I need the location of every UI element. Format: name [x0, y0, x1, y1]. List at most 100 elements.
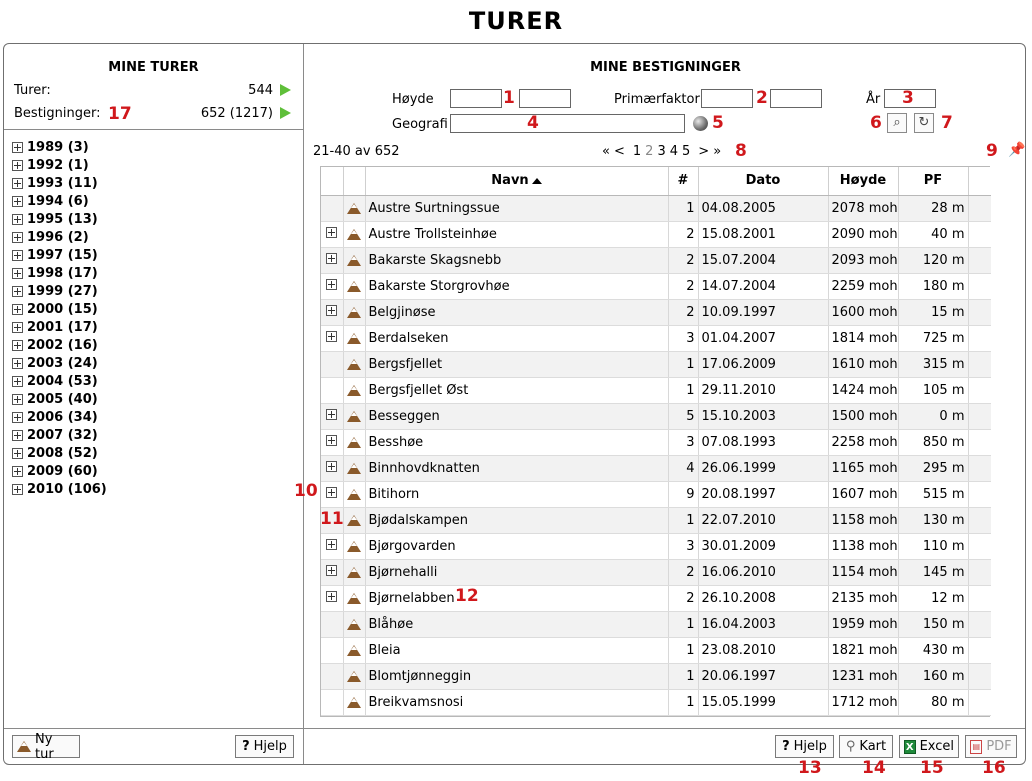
expand-icon[interactable] [12, 411, 23, 423]
expand-cell[interactable] [321, 533, 343, 560]
year-item[interactable]: 2007 (32) [12, 426, 107, 444]
expand-icon[interactable] [12, 177, 23, 189]
globe-icon[interactable] [693, 116, 708, 131]
navn-cell[interactable]: Bergsfjellet Øst [364, 377, 668, 404]
expand-icon[interactable] [326, 252, 338, 264]
expand-icon[interactable] [12, 213, 23, 225]
hoyde-min-input[interactable] [450, 89, 502, 108]
pager-page-4[interactable]: 4 [670, 144, 678, 159]
pf-col-header[interactable]: PF [897, 167, 968, 196]
navn-cell[interactable]: Besshøe [364, 429, 668, 456]
pager-first[interactable]: « [602, 144, 610, 159]
pdf-button[interactable]: ▤ PDF [965, 735, 1017, 758]
year-item[interactable]: 1989 (3) [12, 138, 107, 156]
expand-icon[interactable] [12, 267, 23, 279]
expand-cell[interactable] [321, 429, 343, 456]
expand-cell[interactable] [321, 325, 343, 352]
navn-cell[interactable]: Blomtjønneggin [364, 663, 668, 690]
pager-prev[interactable]: < [614, 144, 625, 159]
expand-icon[interactable] [12, 465, 23, 477]
year-item[interactable]: 1998 (17) [12, 264, 107, 282]
expand-icon[interactable] [12, 321, 23, 333]
hoyde-max-input[interactable] [519, 89, 571, 108]
year-item[interactable]: 2009 (60) [12, 462, 107, 480]
expand-icon[interactable] [12, 141, 23, 153]
navn-cell[interactable]: Bjørgovarden [364, 533, 668, 560]
expand-icon[interactable] [326, 590, 338, 602]
table-row[interactable]: Bjørgovarden 3 30.01.2009 1138 moh 110 m [321, 533, 991, 560]
year-item[interactable]: 1992 (1) [12, 156, 107, 174]
new-tour-button[interactable]: Ny tur [12, 732, 80, 762]
right-help-button[interactable]: ? Hjelp [775, 735, 834, 758]
navn-cell[interactable]: Bjørnehalli [364, 559, 668, 586]
expand-icon[interactable] [12, 393, 23, 405]
table-row[interactable]: Bjørnehalli 2 16.06.2010 1154 moh 145 m [321, 559, 991, 586]
pager-page-1[interactable]: 1 [633, 144, 641, 159]
expand-cell[interactable] [321, 585, 343, 612]
count-col-header[interactable]: # [667, 167, 698, 196]
pager-last[interactable]: » [713, 144, 721, 159]
year-item[interactable]: 1994 (6) [12, 192, 107, 210]
table-row[interactable]: Austre Trollsteinhøe 2 15.08.2001 2090 moh 4… [321, 221, 991, 248]
year-item[interactable]: 2003 (24) [12, 354, 107, 372]
navn-cell[interactable]: Bleia [364, 637, 668, 664]
expand-icon[interactable] [12, 339, 23, 351]
pager-page-3[interactable]: 3 [657, 144, 665, 159]
navn-cell[interactable]: Austre Surtningssue [364, 195, 668, 222]
expand-cell[interactable] [321, 481, 343, 508]
navn-cell[interactable]: Bjødalskampen [364, 507, 668, 534]
expand-cell[interactable] [321, 273, 343, 300]
table-row[interactable]: Bitihorn 9 20.08.1997 1607 moh 515 m [321, 481, 991, 508]
refresh-button[interactable]: ↻ [914, 113, 934, 133]
expand-icon[interactable] [326, 330, 338, 342]
turer-play-icon[interactable] [280, 84, 291, 96]
year-item[interactable]: 2010 (106) [12, 480, 107, 498]
year-item[interactable]: 2002 (16) [12, 336, 107, 354]
dato-col-header[interactable]: Dato [697, 167, 828, 196]
table-row[interactable]: Binnhovdknatten 4 26.06.1999 1165 moh 295 m [321, 455, 991, 482]
pin-icon[interactable]: 📌 [1008, 142, 1025, 158]
bestigninger-play-icon[interactable] [280, 107, 291, 119]
pager-page-5[interactable]: 5 [682, 144, 690, 159]
expand-cell[interactable] [321, 403, 343, 430]
expand-icon[interactable] [12, 483, 23, 495]
expand-icon[interactable] [12, 285, 23, 297]
table-row[interactable]: Blåhøe 1 16.04.2003 1959 moh 150 m [321, 611, 991, 638]
table-row[interactable]: Breikvamsnosi 1 15.05.1999 1712 moh 80 m [321, 689, 991, 716]
primaerfaktor-min-input[interactable] [701, 89, 753, 108]
year-item[interactable]: 2004 (53) [12, 372, 107, 390]
table-row[interactable]: Besseggen 5 15.10.2003 1500 moh 0 m [321, 403, 991, 430]
navn-cell[interactable]: Bitihorn [364, 481, 668, 508]
expand-icon[interactable] [12, 303, 23, 315]
navn-cell[interactable]: Belgjinøse [364, 299, 668, 326]
year-item[interactable]: 2001 (17) [12, 318, 107, 336]
expand-icon[interactable] [12, 249, 23, 261]
expand-icon[interactable] [12, 429, 23, 441]
left-help-button[interactable]: ? Hjelp [235, 735, 294, 758]
expand-cell[interactable] [321, 299, 343, 326]
table-row[interactable]: Berdalseken 3 01.04.2007 1814 moh 725 m [321, 325, 991, 352]
table-row[interactable]: Blomtjønneggin 1 20.06.1997 1231 moh 160 m [321, 663, 991, 690]
year-item[interactable]: 1999 (27) [12, 282, 107, 300]
expand-cell[interactable] [321, 455, 343, 482]
table-row[interactable]: Bergsfjellet Øst 1 29.11.2010 1424 moh 105 m [321, 377, 991, 404]
table-row[interactable]: Bjødalskampen 1 22.07.2010 1158 moh 130 m [321, 507, 991, 534]
navn-cell[interactable]: Bjørnelabben [364, 585, 668, 612]
expand-icon[interactable] [326, 408, 338, 420]
navn-cell[interactable]: Breikvamsnosi [364, 689, 668, 716]
expand-icon[interactable] [12, 357, 23, 369]
expand-icon[interactable] [326, 460, 338, 472]
year-item[interactable]: 2000 (15) [12, 300, 107, 318]
expand-icon[interactable] [12, 195, 23, 207]
expand-icon[interactable] [326, 226, 338, 238]
kart-button[interactable]: ⚲ Kart [839, 735, 893, 758]
pager-next[interactable]: > [698, 144, 709, 159]
table-row[interactable]: Bleia 1 23.08.2010 1821 moh 430 m [321, 637, 991, 664]
excel-button[interactable]: X Excel [899, 735, 959, 758]
navn-cell[interactable]: Bakarste Skagsnebb [364, 247, 668, 274]
year-item[interactable]: 1997 (15) [12, 246, 107, 264]
navn-col-header[interactable]: Navn [364, 167, 668, 196]
navn-cell[interactable]: Bakarste Storgrovhøe [364, 273, 668, 300]
expand-icon[interactable] [326, 538, 338, 550]
table-row[interactable]: Besshøe 3 07.08.1993 2258 moh 850 m [321, 429, 991, 456]
